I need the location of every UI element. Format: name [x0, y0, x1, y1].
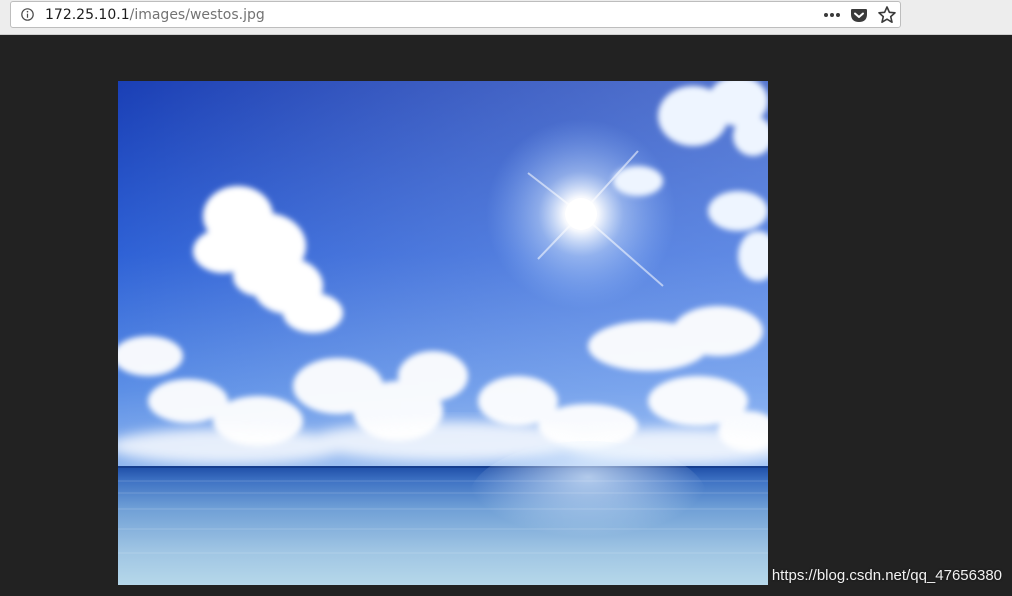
- url-path: /images/westos.jpg: [129, 7, 265, 23]
- sky-and-sea-photo[interactable]: [118, 81, 768, 585]
- pocket-icon[interactable]: [849, 5, 869, 25]
- more-horizontal-icon[interactable]: [822, 5, 842, 25]
- url-host: 172.25.10.1: [45, 7, 130, 23]
- star-icon[interactable]: [877, 5, 897, 25]
- watermark-url: https://blog.csdn.net/qq_47656380: [771, 567, 1002, 584]
- address-bar[interactable]: 172.25.10.1/images/westos.jpg: [10, 1, 901, 28]
- url-text[interactable]: 172.25.10.1/images/westos.jpg: [45, 6, 265, 24]
- browser-toolbar: 172.25.10.1/images/westos.jpg: [0, 0, 1012, 35]
- info-icon[interactable]: [21, 8, 34, 21]
